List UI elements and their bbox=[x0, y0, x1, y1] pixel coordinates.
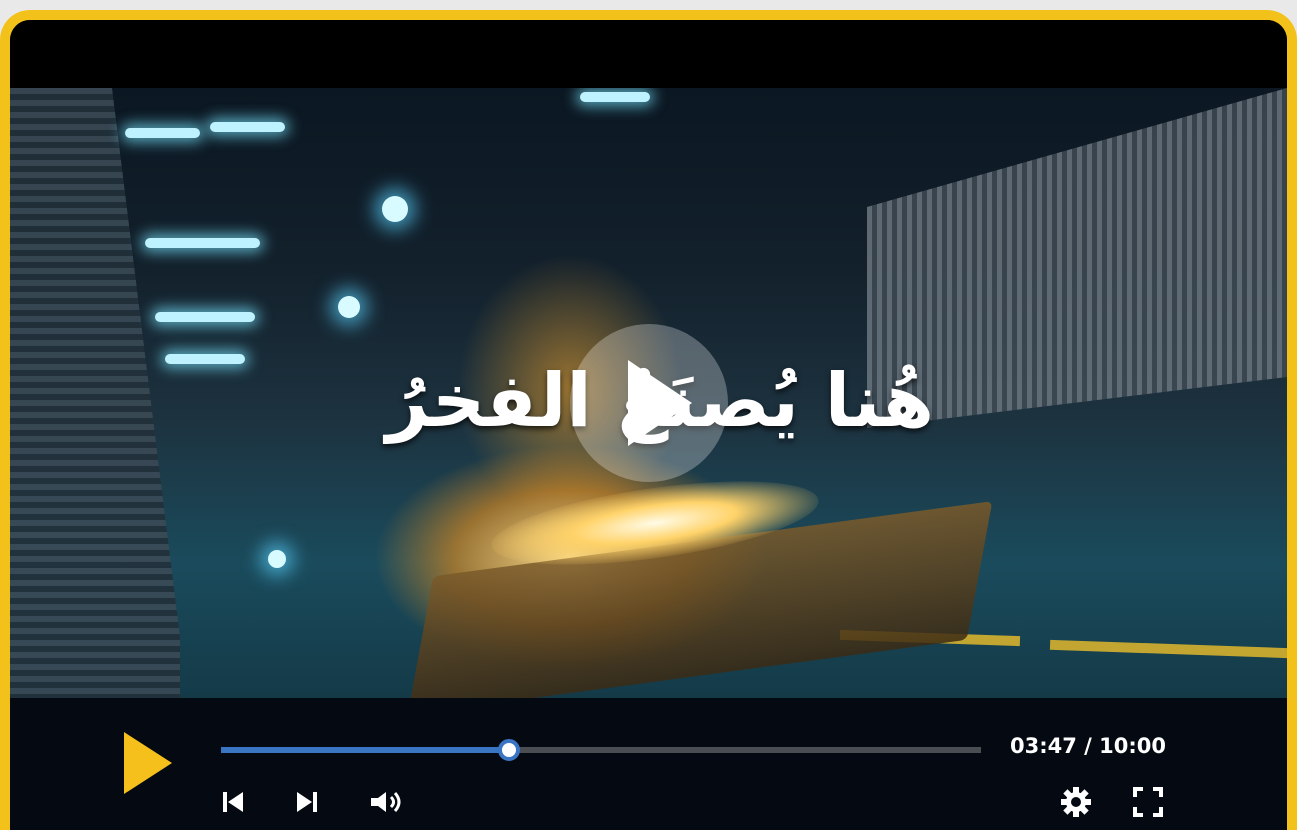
video-frame[interactable]: هُنا يُصنَعُ الفخرُ bbox=[10, 88, 1287, 698]
ceiling-lamp bbox=[268, 550, 286, 568]
ceiling-light bbox=[165, 354, 245, 364]
skip-next-icon[interactable] bbox=[296, 790, 318, 814]
left-shutters bbox=[10, 88, 180, 698]
volume-icon[interactable] bbox=[370, 790, 404, 814]
progress-thumb[interactable] bbox=[497, 739, 520, 761]
ceiling-lamp bbox=[382, 196, 408, 222]
skip-previous-icon[interactable] bbox=[222, 790, 244, 814]
control-bar: 03:47 / 10:00 bbox=[10, 698, 1287, 830]
progress-fill bbox=[221, 747, 509, 753]
ceiling-light bbox=[155, 312, 255, 322]
duration: 10:00 bbox=[1099, 734, 1167, 758]
ceiling-light bbox=[210, 122, 285, 132]
letterbox-top bbox=[10, 20, 1287, 88]
ceiling-light bbox=[580, 92, 650, 102]
current-time: 03:47 bbox=[1010, 734, 1077, 758]
gear-icon[interactable] bbox=[1060, 786, 1092, 818]
ceiling-lamp bbox=[338, 296, 360, 318]
ceiling-light bbox=[145, 238, 260, 248]
floor-marking bbox=[1049, 639, 1287, 659]
fullscreen-icon[interactable] bbox=[1132, 786, 1164, 818]
time-separator: / bbox=[1076, 734, 1100, 758]
video-player: هُنا يُصنَعُ الفخرُ 03:47 / 10:00 bbox=[0, 10, 1297, 830]
time-display: 03:47 / 10:00 bbox=[1010, 734, 1170, 758]
big-play-icon[interactable] bbox=[570, 324, 728, 482]
ceiling-light bbox=[125, 128, 200, 138]
progress-bar[interactable] bbox=[221, 739, 981, 761]
play-icon[interactable] bbox=[124, 732, 172, 794]
